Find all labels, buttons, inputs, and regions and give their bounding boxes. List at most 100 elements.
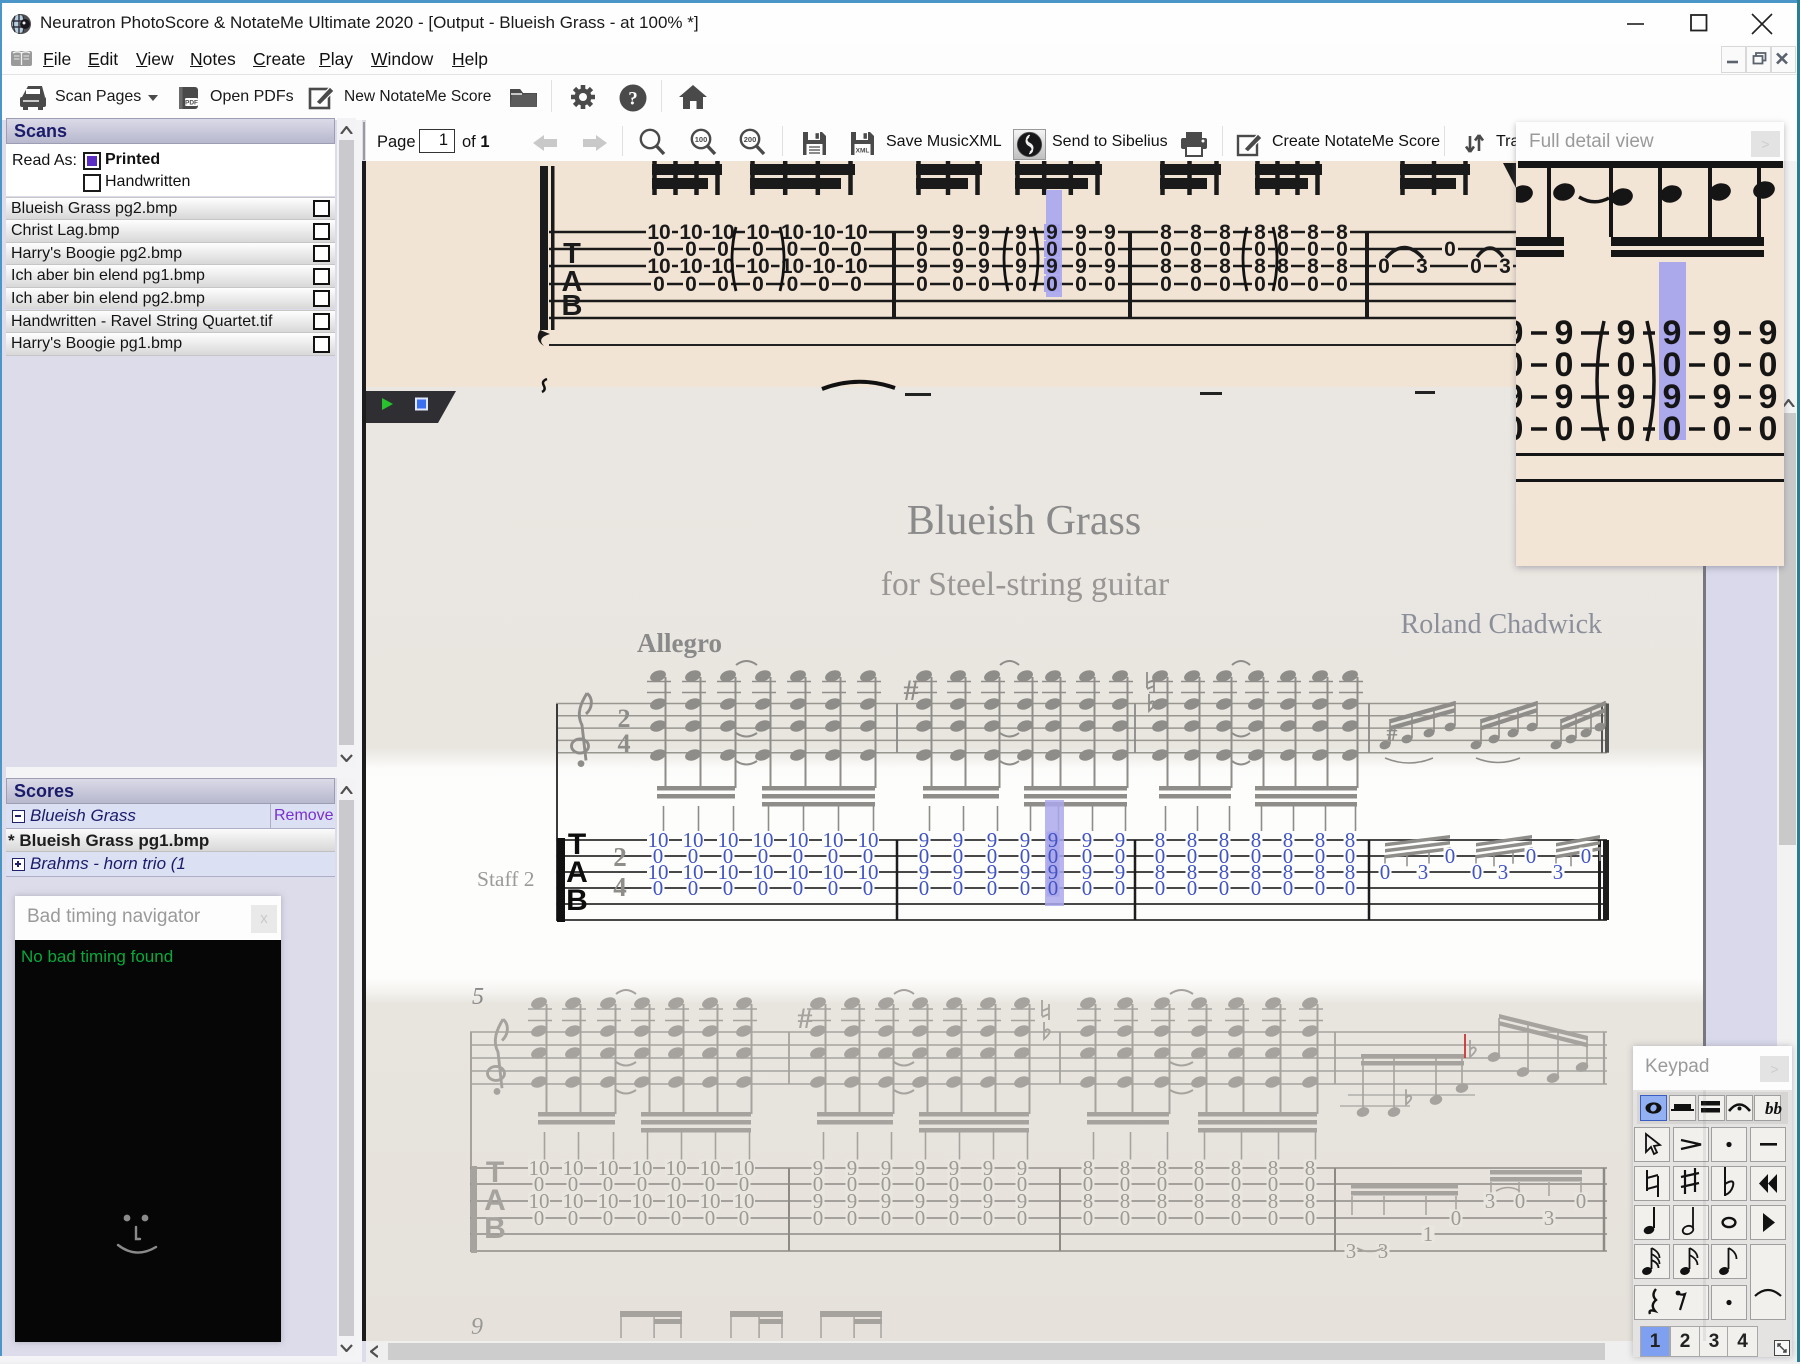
svg-text:0: 0: [723, 876, 734, 900]
svg-text:0: 0: [1157, 1206, 1168, 1230]
svg-text:#: #: [798, 1002, 813, 1035]
svg-text:0: 0: [1472, 860, 1483, 884]
svg-text:Blueish Grass: Blueish Grass: [907, 498, 1142, 544]
svg-text:0: 0: [850, 273, 862, 296]
svg-text:0: 0: [1307, 273, 1319, 296]
svg-text:0: 0: [1345, 876, 1356, 900]
svg-text:0: 0: [1663, 410, 1682, 448]
svg-text:0: 0: [671, 1206, 682, 1230]
svg-text:Allegro: Allegro: [637, 628, 722, 658]
svg-text:0: 0: [1155, 876, 1166, 900]
svg-text:0: 0: [1713, 410, 1732, 448]
svg-text:0: 0: [1219, 273, 1231, 296]
svg-text:0: 0: [1120, 1206, 1131, 1230]
svg-text:0: 0: [1160, 273, 1172, 296]
svg-text:0: 0: [847, 1206, 858, 1230]
svg-text:3: 3: [1499, 255, 1511, 278]
svg-text:0: 0: [1083, 1206, 1094, 1230]
svg-text:0: 0: [1219, 876, 1230, 900]
svg-text:0: 0: [1445, 844, 1456, 868]
svg-text:0: 0: [653, 876, 664, 900]
svg-text:0: 0: [717, 273, 729, 296]
svg-text:0: 0: [1187, 876, 1198, 900]
svg-text:0: 0: [603, 1206, 614, 1230]
svg-text:3: 3: [1544, 1206, 1555, 1230]
svg-text:0: 0: [1451, 1206, 1462, 1230]
svg-text:0: 0: [758, 876, 769, 900]
svg-text:0: 0: [1277, 273, 1289, 296]
svg-text:0: 0: [1378, 255, 1390, 278]
svg-text:0: 0: [1516, 410, 1523, 448]
svg-text:0: 0: [983, 1206, 994, 1230]
svg-text:0: 0: [637, 1206, 648, 1230]
svg-text:5: 5: [472, 984, 484, 1010]
svg-text:100: 100: [695, 135, 708, 144]
svg-text:0: 0: [1617, 410, 1636, 448]
svg-text:4: 4: [618, 729, 631, 758]
svg-text:0: 0: [1104, 273, 1116, 296]
svg-text:0: 0: [1015, 273, 1027, 296]
svg-text:0: 0: [1251, 876, 1262, 900]
svg-text:0: 0: [1315, 876, 1326, 900]
svg-text:for Steel-string guitar: for Steel-string guitar: [881, 566, 1169, 603]
svg-text:1: 1: [1423, 1222, 1434, 1246]
svg-text:0: 0: [1470, 255, 1482, 278]
svg-text:9: 9: [471, 1314, 483, 1340]
svg-text:?: ?: [628, 89, 638, 110]
svg-text:3: 3: [1553, 860, 1564, 884]
svg-text:0: 0: [1017, 1206, 1028, 1230]
svg-text:0: 0: [752, 273, 764, 296]
svg-text:0: 0: [739, 1206, 750, 1230]
svg-text:0: 0: [1283, 876, 1294, 900]
svg-text:0: 0: [1020, 876, 1031, 900]
svg-text:0: 0: [1581, 844, 1592, 868]
svg-text:PDF: PDF: [185, 100, 198, 107]
svg-text:XML: XML: [856, 148, 870, 155]
svg-text:0: 0: [952, 273, 964, 296]
svg-text:4: 4: [613, 872, 627, 902]
svg-text:0: 0: [1526, 844, 1537, 868]
svg-text:0: 0: [787, 273, 799, 296]
svg-text:0: 0: [1231, 1206, 1242, 1230]
svg-text:0: 0: [1515, 1189, 1526, 1213]
svg-text:0: 0: [653, 273, 665, 296]
svg-text:0: 0: [1555, 410, 1574, 448]
svg-text:0: 0: [1336, 273, 1348, 296]
svg-text:0: 0: [1190, 273, 1202, 296]
svg-text:0: 0: [568, 1206, 579, 1230]
svg-text:3: 3: [1485, 1189, 1496, 1213]
svg-text:0: 0: [863, 876, 874, 900]
svg-text:3: 3: [1498, 860, 1509, 884]
svg-text:0: 0: [1380, 860, 1391, 884]
svg-text:B: B: [484, 1212, 506, 1245]
svg-text:Roland Chadwick: Roland Chadwick: [1401, 609, 1602, 640]
svg-text:0: 0: [1194, 1206, 1205, 1230]
svg-text:3: 3: [1418, 860, 1429, 884]
svg-text:0: 0: [916, 273, 928, 296]
svg-text:0: 0: [1444, 238, 1456, 261]
svg-text:0: 0: [987, 876, 998, 900]
svg-text:0: 0: [1075, 273, 1087, 296]
svg-text:0: 0: [881, 1206, 892, 1230]
svg-text:0: 0: [1254, 273, 1266, 296]
svg-text:0: 0: [828, 876, 839, 900]
svg-text:B: B: [566, 884, 588, 917]
svg-text:0: 0: [705, 1206, 716, 1230]
svg-text:3: 3: [1346, 1239, 1357, 1263]
svg-text:0: 0: [1082, 876, 1093, 900]
svg-text:2: 2: [613, 842, 627, 872]
svg-text:0: 0: [1305, 1206, 1316, 1230]
svg-text:0: 0: [949, 1206, 960, 1230]
svg-text:0: 0: [919, 876, 930, 900]
svg-text:0: 0: [813, 1206, 824, 1230]
svg-text:0: 0: [818, 273, 830, 296]
svg-text:B: B: [562, 290, 583, 322]
svg-text:0: 0: [793, 876, 804, 900]
svg-text:0: 0: [688, 876, 699, 900]
svg-text:0: 0: [1046, 273, 1058, 296]
svg-text:0: 0: [978, 273, 990, 296]
svg-text:0: 0: [534, 1206, 545, 1230]
svg-text:0: 0: [1115, 876, 1126, 900]
svg-text:#: #: [904, 674, 919, 707]
svg-text:0: 0: [1759, 410, 1778, 448]
